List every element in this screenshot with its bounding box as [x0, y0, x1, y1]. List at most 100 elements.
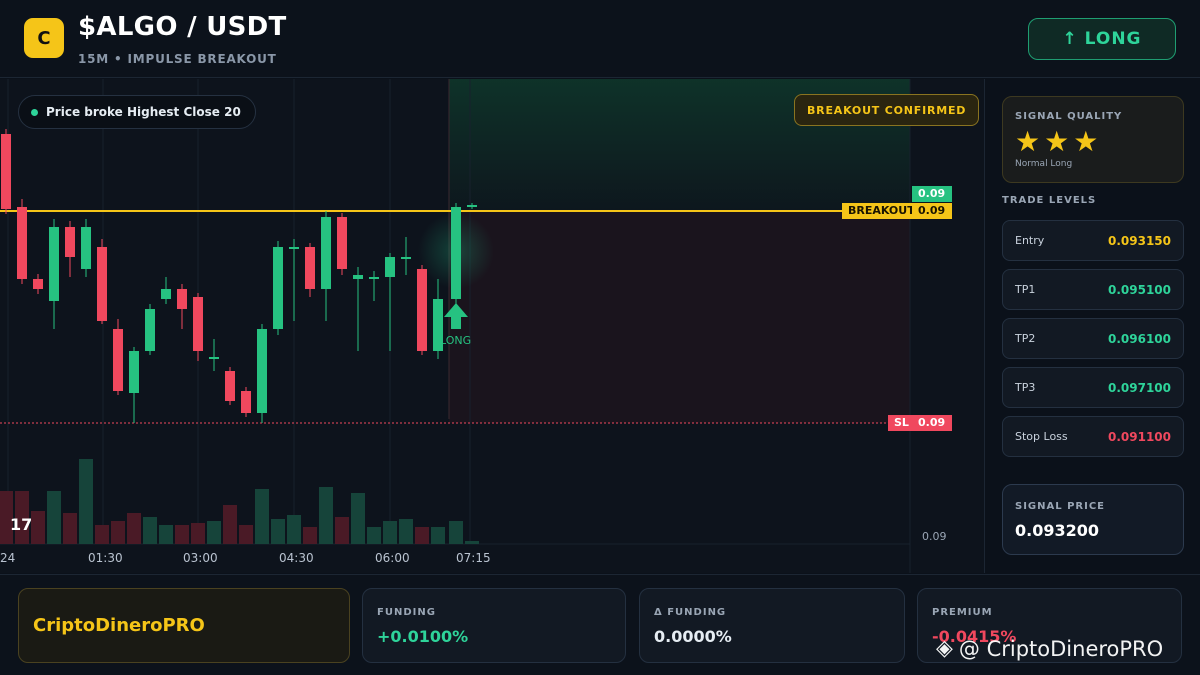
candle-body	[161, 289, 171, 299]
volume-bar	[223, 505, 237, 544]
volume-bar	[367, 527, 381, 544]
time-label: 04:30	[279, 551, 314, 565]
candlesticks	[1, 129, 477, 423]
level-value: 0.091100	[1107, 430, 1171, 444]
candle-body	[209, 357, 219, 359]
signal-price-label: SIGNAL PRICE	[1015, 501, 1106, 512]
volume-bar	[159, 525, 173, 544]
status-dot	[31, 108, 38, 116]
sidebar: SIGNAL QUALITY ★★★ Normal Long TRADE LEV…	[986, 79, 1200, 573]
watermark: ◈ @ CriptoDineroPRO	[936, 636, 1163, 661]
time-label: 03:00	[183, 551, 218, 565]
status-pill: Price broke Highest Close 20	[18, 95, 256, 129]
candle-body	[241, 391, 251, 413]
volume-bar	[79, 459, 93, 544]
candle-body	[129, 351, 139, 393]
delta-funding-label: Δ FUNDING	[654, 607, 727, 618]
volume-bar	[287, 515, 301, 544]
candle-body	[353, 275, 363, 279]
candle-body	[81, 227, 91, 269]
volume-bar	[31, 511, 45, 544]
trade-levels-title: TRADE LEVELS	[1002, 195, 1097, 206]
delta-funding-value: 0.0000%	[654, 627, 732, 646]
star-rating-icon: ★★★	[1015, 125, 1103, 158]
breakout-confirmed-badge: BREAKOUT CONFIRMED	[794, 94, 980, 126]
time-label: 06:00	[375, 551, 410, 565]
funding-label: FUNDING	[377, 607, 436, 618]
price-chart[interactable]: LONG 0.09 BREAKOUT 0.09 SL 0.09 0.09 Pri…	[0, 79, 985, 573]
level-label: TP3	[1015, 381, 1036, 394]
level-tp3: TP3 0.097100	[1002, 367, 1184, 408]
sl-label-tag: SL	[888, 415, 915, 431]
candle-body	[401, 257, 411, 259]
status-text: Price broke Highest Close 20	[46, 105, 241, 119]
breakout-label-tag: BREAKOUT	[842, 203, 921, 219]
binance-icon: ◈	[936, 636, 953, 661]
candle-body	[225, 371, 235, 401]
level-entry: Entry 0.093150	[1002, 220, 1184, 261]
chart-canvas: LONG	[0, 79, 911, 573]
sl-value-tag: 0.09	[912, 415, 952, 431]
volume-axis-value: 0.09	[922, 530, 947, 543]
volume-bar	[383, 521, 397, 544]
candle-body	[321, 217, 331, 289]
brand-card: CriptoDineroPRO	[18, 588, 350, 663]
candle-body	[467, 205, 477, 207]
level-value: 0.093150	[1107, 234, 1171, 248]
candle-body	[289, 247, 299, 249]
candle-body	[193, 297, 203, 351]
coin-logo: C	[24, 18, 64, 58]
candle-body	[385, 257, 395, 277]
long-button[interactable]: ↑ LONG	[1028, 18, 1176, 60]
volume-bars	[0, 459, 479, 544]
volume-bar	[207, 521, 221, 544]
signal-quality-card: SIGNAL QUALITY ★★★ Normal Long	[1002, 96, 1184, 183]
level-tp1: TP1 0.095100	[1002, 269, 1184, 310]
header: C $ALGO / USDT 15M • IMPULSE BREAKOUT ↑ …	[0, 0, 1200, 78]
level-label: TP1	[1015, 283, 1036, 296]
long-marker-label: LONG	[440, 334, 471, 347]
level-value: 0.095100	[1107, 283, 1171, 297]
volume-bar	[415, 527, 429, 544]
pair-title: $ALGO / USDT	[78, 12, 287, 42]
premium-label: PREMIUM	[932, 607, 993, 618]
candle-body	[145, 309, 155, 351]
candle-body	[33, 279, 43, 289]
volume-bar	[111, 521, 125, 544]
candle-body	[97, 247, 107, 321]
candle-body	[451, 207, 461, 299]
volume-bar	[47, 491, 61, 544]
candle-body	[113, 329, 123, 391]
volume-bar	[239, 525, 253, 544]
level-label: TP2	[1015, 332, 1036, 345]
breakout-value-tag: 0.09	[912, 203, 952, 219]
signal-price-value: 0.093200	[1015, 521, 1100, 540]
volume-bar	[335, 517, 349, 544]
candle-body	[49, 227, 59, 301]
candle-body	[257, 329, 267, 413]
volume-bar	[191, 523, 205, 544]
time-label: 07:15	[456, 551, 491, 565]
volume-bar	[95, 525, 109, 544]
candle-body	[65, 227, 75, 257]
time-label: 01:30	[88, 551, 123, 565]
sl-zone	[449, 211, 910, 423]
volume-bar	[303, 527, 317, 544]
level-stop-loss: Stop Loss 0.091100	[1002, 416, 1184, 457]
current-price-tag: 0.09	[912, 186, 952, 202]
candle-body	[17, 207, 27, 279]
level-label: Stop Loss	[1015, 430, 1068, 443]
volume-bar	[351, 493, 365, 544]
level-tp2: TP2 0.096100	[1002, 318, 1184, 359]
volume-bar	[449, 521, 463, 544]
signal-quality-label: SIGNAL QUALITY	[1015, 111, 1123, 122]
volume-bar	[143, 517, 157, 544]
volume-bar	[319, 487, 333, 544]
candle-body	[417, 269, 427, 351]
volume-bar	[399, 519, 413, 544]
candle-body	[369, 277, 379, 279]
candle-body	[1, 134, 11, 209]
volume-bar	[63, 513, 77, 544]
time-label: 24	[0, 551, 16, 565]
delta-funding-card: Δ FUNDING 0.0000%	[639, 588, 905, 663]
